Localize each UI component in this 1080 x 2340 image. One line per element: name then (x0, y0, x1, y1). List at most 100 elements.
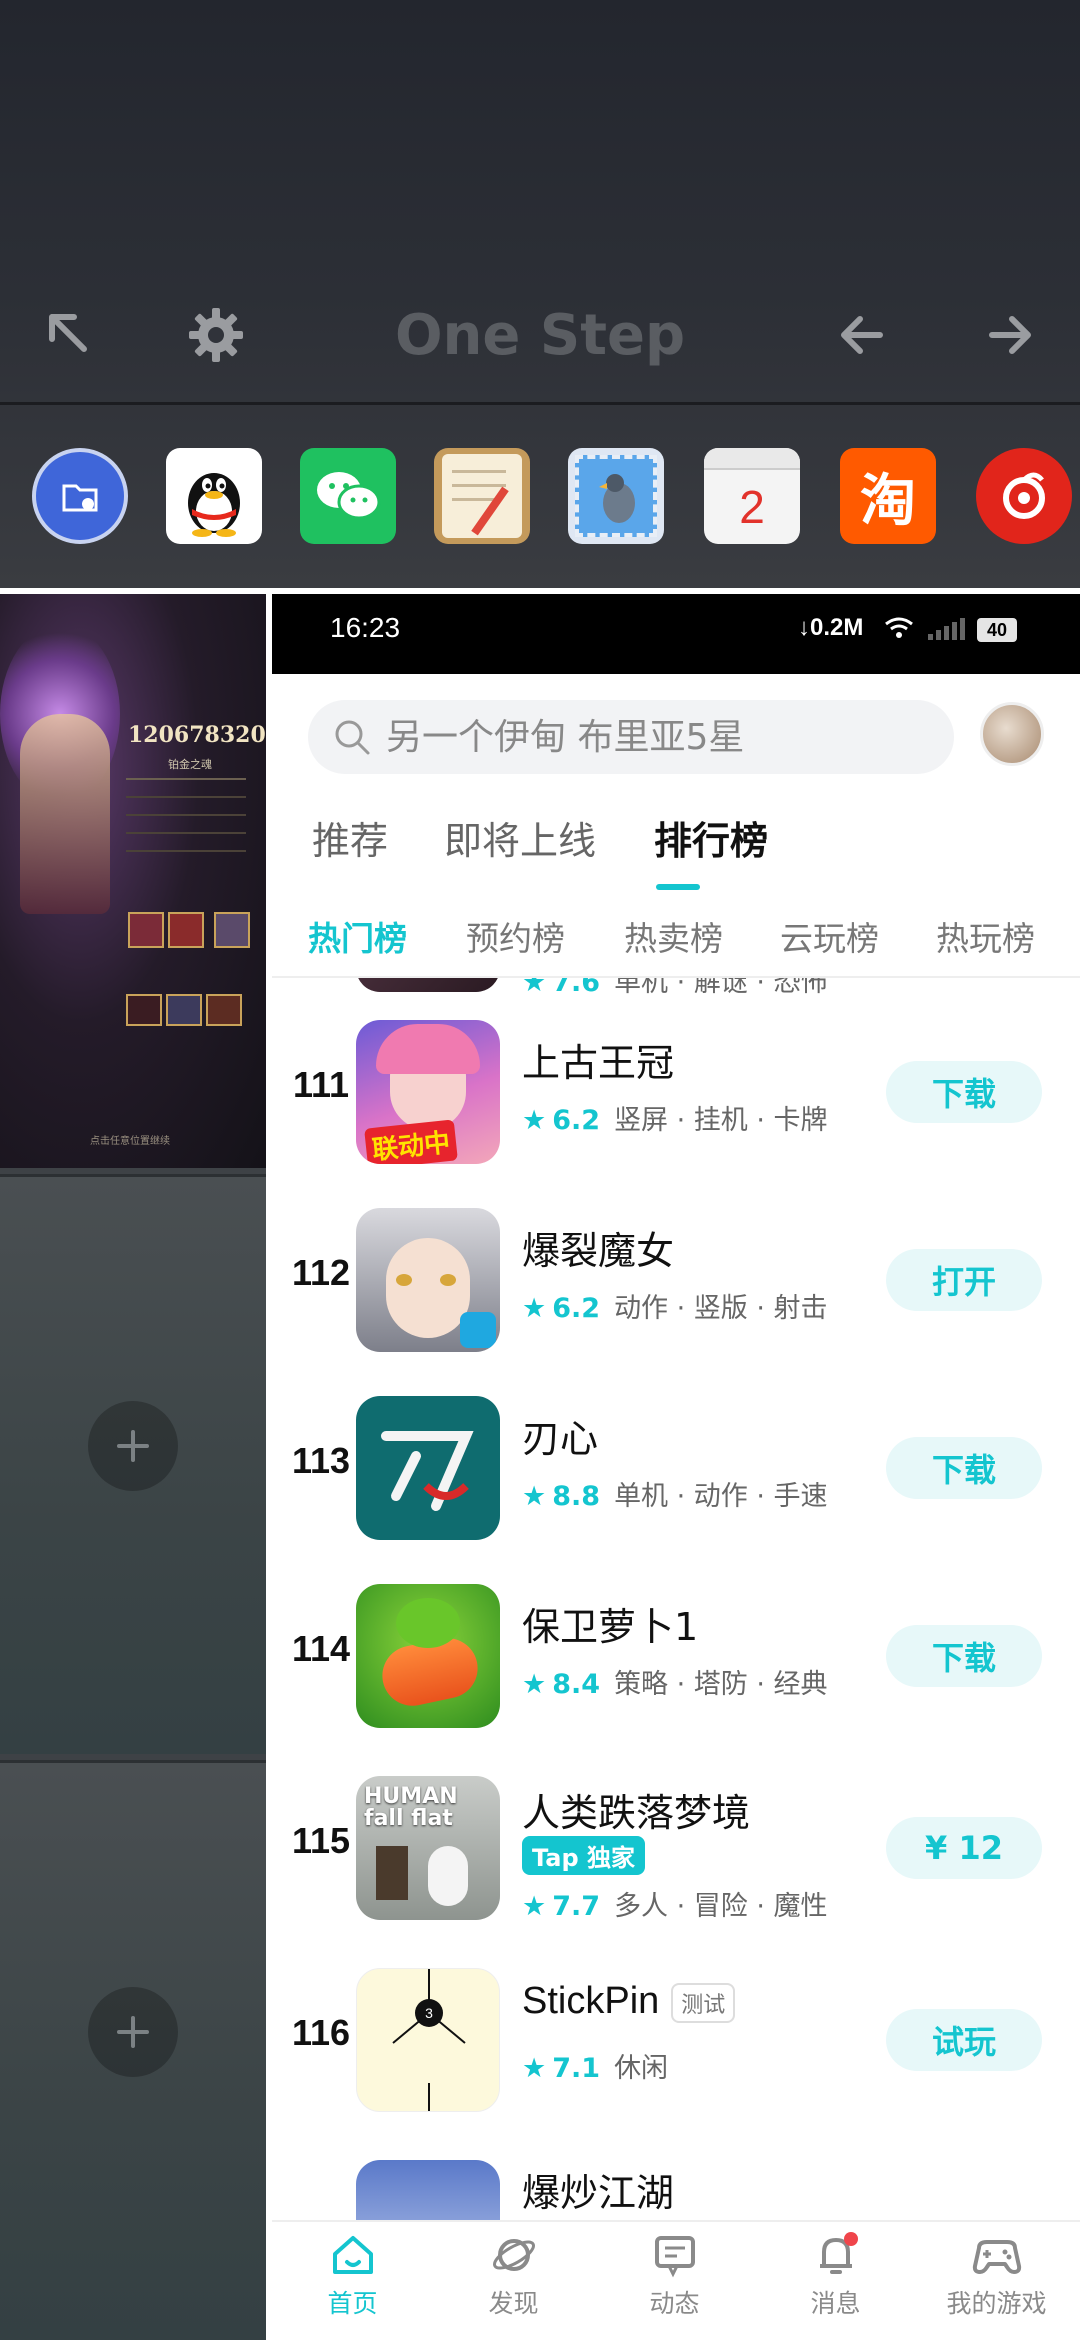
mail-app-icon[interactable] (568, 448, 664, 544)
game-icon: HUMAN fall flat (356, 1776, 500, 1920)
rank-number: 112 (291, 1252, 351, 1293)
screenshot-footer: 点击任意位置继续 (90, 1136, 170, 1147)
subtab-hot[interactable]: 热门榜 (308, 912, 407, 960)
game-tags: 单机 · 解谜 · 恐怖 (614, 978, 828, 998)
notification-dot (843, 2232, 858, 2246)
cell-signal-icon (926, 618, 966, 646)
gamepad-icon (972, 2240, 1021, 2274)
game-score: 8.8 (552, 1481, 601, 1512)
wechat-app-icon[interactable] (300, 448, 396, 544)
nav-my-games-label: 我的游戏 (946, 2289, 1047, 2318)
nav-home-label: 首页 (327, 2289, 378, 2318)
netease-music-app-icon[interactable] (976, 448, 1072, 544)
reward-item (214, 912, 250, 948)
list-item[interactable]: 115 HUMAN fall flat 人类跌落梦境 Tap 独家 ★ 7.7 多人… (272, 1764, 1080, 1952)
rank-number: 114 (291, 1628, 351, 1669)
tab-rankings[interactable]: 排行榜 (654, 810, 768, 865)
qq-app-icon[interactable] (166, 448, 262, 544)
home-icon (332, 2236, 373, 2274)
nav-feed-label: 动态 (649, 2289, 700, 2318)
launcher-panel: One Step 2 淘 (0, 0, 1080, 588)
game-tags: 单机 · 动作 · 手速 (614, 1481, 828, 1512)
exclusive-badge: Tap 独家 (522, 1836, 646, 1875)
icon-badge: 联动中 (364, 1119, 458, 1164)
game-name: 爆裂魔女 (522, 1229, 675, 1273)
game-icon (356, 1396, 500, 1540)
game-name: 上古王冠 (522, 1041, 675, 1085)
subtab-bestselling[interactable]: 热卖榜 (624, 912, 723, 960)
forward-arrow-icon[interactable] (970, 290, 1050, 380)
rank-number: 113 (291, 1440, 351, 1481)
reward-item (168, 912, 204, 948)
reward-item (128, 912, 164, 948)
search-icon (335, 720, 370, 755)
reward-item (126, 994, 162, 1026)
game-tags: 多人 · 冒险 · 魔性 (614, 1891, 828, 1922)
bilibili-icon (460, 1312, 496, 1348)
rank-number: 116 (291, 2012, 351, 2053)
file-manager-app-icon[interactable] (32, 448, 128, 544)
game-screenshot-thumbnail[interactable]: 120678320 铂金之魂 点击任意位置继续 (0, 594, 266, 1168)
game-icon: 3 (356, 1968, 500, 2112)
game-tags: 动作 · 竖版 · 射击 (614, 1293, 828, 1324)
main-tabs: 推荐 即将上线 排行榜 (272, 802, 1080, 882)
left-window-stack: 120678320 铂金之魂 点击任意位置继续 (0, 594, 268, 2340)
empty-window-slot (0, 1174, 266, 1754)
download-button[interactable]: 下载 (886, 1061, 1042, 1123)
plus-icon[interactable] (88, 1401, 178, 1491)
list-item[interactable]: 116 3 StickPin 测试 ★ 7.1 休闲 试玩 (272, 1956, 1080, 2144)
settings-icon[interactable] (176, 290, 256, 380)
nav-home[interactable]: 首页 (272, 2232, 433, 2340)
user-avatar[interactable] (980, 702, 1044, 766)
taobao-app-icon[interactable]: 淘 (840, 448, 936, 544)
tab-upcoming[interactable]: 即将上线 (444, 810, 596, 865)
game-meta: ★ 8.4 策略 · 塔防 · 经典 (522, 1669, 828, 1700)
battery-indicator: 40 (977, 618, 1017, 642)
nav-my-games[interactable]: 我的游戏 (916, 2232, 1077, 2340)
list-item[interactable]: 112 爆裂魔女 ★ 6.2 动作 · 竖版 · 射击 打开 (272, 1196, 1080, 1384)
download-button[interactable]: 下载 (886, 1625, 1042, 1687)
game-tags: 策略 · 塔防 · 经典 (614, 1669, 828, 1700)
list-item[interactable]: 114 保卫萝卜1 ★ 8.4 策略 · 塔防 · 经典 下载 (272, 1572, 1080, 1760)
launcher-divider (0, 402, 1080, 405)
notes-app-icon[interactable] (434, 448, 530, 544)
list-item[interactable]: 113 刃心 ★ 8.8 单机 · 动作 · 手速 下载 (272, 1384, 1080, 1572)
game-meta: ★ 6.2 竖屏 · 挂机 · 卡牌 (522, 1105, 828, 1136)
download-button[interactable]: 下载 (886, 1437, 1042, 1499)
screenshot-subtitle: 铂金之魂 (168, 758, 212, 771)
icon-badge: HUMAN fall flat (364, 1784, 458, 1831)
game-name: 刃心 (522, 1417, 599, 1461)
empty-window-slot (0, 1760, 266, 2340)
subtab-cloud[interactable]: 云玩榜 (780, 912, 879, 960)
game-score: 6.2 (552, 1105, 601, 1136)
nav-feed[interactable]: 动态 (594, 2232, 755, 2340)
launcher-toolbar: One Step (0, 290, 1080, 380)
ranking-subtabs: 热门榜 预约榜 热卖榜 云玩榜 热玩榜 (272, 912, 1080, 982)
game-meta: ★ 7.6 单机 · 解谜 · 恐怖 (522, 978, 828, 999)
calendar-day: 2 (739, 481, 765, 533)
buy-button[interactable]: ¥ 12 (886, 1817, 1042, 1879)
game-name-text: StickPin (522, 1980, 660, 2022)
tab-recommend[interactable]: 推荐 (312, 810, 388, 865)
network-speed: ↓0.2M (798, 614, 864, 641)
search-input[interactable] (386, 716, 946, 758)
back-arrow-icon[interactable] (822, 290, 902, 380)
game-score: 7.6 (552, 978, 601, 998)
subtab-hotplay[interactable]: 热玩榜 (936, 912, 1035, 960)
screenshot-score: 120678320 (128, 722, 266, 748)
nav-messages[interactable]: 消息 (755, 2232, 916, 2340)
expand-arrow-icon[interactable] (30, 290, 110, 380)
plus-icon[interactable] (88, 1987, 178, 2077)
game-score: 8.4 (552, 1669, 601, 1700)
game-icon (356, 1208, 500, 1352)
calendar-app-icon[interactable]: 2 (704, 448, 800, 544)
nav-discover[interactable]: 发现 (433, 2232, 594, 2340)
message-board-icon (654, 2236, 695, 2278)
open-button[interactable]: 打开 (886, 1249, 1042, 1311)
search-bar[interactable] (308, 700, 954, 774)
list-item[interactable]: 111 联动中 上古王冠 ★ 6.2 竖屏 · 挂机 · 卡牌 下载 (272, 1008, 1080, 1196)
trial-button[interactable]: 试玩 (886, 2009, 1042, 2071)
ranking-list: ★ 7.6 单机 · 解谜 · 恐怖 111 联动中 上古王冠 ★ 6.2 竖屏 · 挂… (272, 978, 1080, 2308)
subtab-reserve[interactable]: 预约榜 (466, 912, 565, 960)
screenshot-stats (126, 778, 246, 888)
